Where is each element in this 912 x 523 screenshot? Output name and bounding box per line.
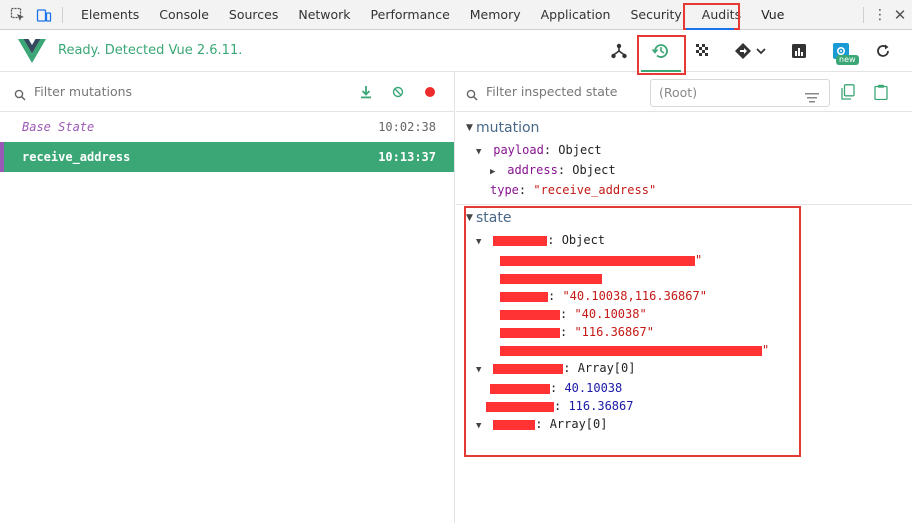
mutation-row-receive-address[interactable]: receive_address 10:13:37 xyxy=(0,142,454,172)
mutation-tree: ▼ payload: Object ▶ address: Object type… xyxy=(466,141,906,199)
redaction-mark xyxy=(500,309,560,320)
search-icon xyxy=(14,86,26,101)
expand-arrow-icon[interactable]: ▼ xyxy=(476,233,486,251)
expand-arrow-icon[interactable]: ▼ xyxy=(476,417,486,435)
mutation-time: 10:13:37 xyxy=(378,150,436,164)
mutation-section: ▼ mutation ▼ payload: Object ▶ address: … xyxy=(466,120,906,199)
close-devtools-icon[interactable]: ✕ xyxy=(888,6,912,24)
expand-arrow-icon[interactable]: ▶ xyxy=(490,163,500,181)
components-icon[interactable] xyxy=(608,40,630,62)
redaction-mark xyxy=(490,383,550,394)
redaction-mark xyxy=(493,363,564,374)
filter-state-input[interactable] xyxy=(486,84,646,99)
mutation-actions xyxy=(342,72,438,112)
tab-memory[interactable]: Memory xyxy=(460,0,531,30)
new-badge: new xyxy=(836,55,859,65)
more-options-icon[interactable]: ⋮ xyxy=(872,7,888,23)
tab-network[interactable]: Network xyxy=(288,0,360,30)
geo-node: : "40.10038,116.36867" xyxy=(476,287,906,305)
redaction-mark xyxy=(493,419,536,430)
settings-new-icon[interactable]: new xyxy=(830,40,859,65)
root-label: (Root) xyxy=(659,85,698,100)
events-icon[interactable] xyxy=(692,40,714,62)
vue-devtools-header: Ready. Detected Vue 2.6.11. new xyxy=(0,30,912,72)
tab-console[interactable]: Console xyxy=(149,0,219,30)
tab-vue[interactable]: Vue xyxy=(751,0,794,30)
redaction-mark xyxy=(486,401,554,412)
array-node-2[interactable]: ▼ : Array[0] xyxy=(476,415,906,435)
recording-icon[interactable] xyxy=(422,84,438,100)
section-title: mutation xyxy=(476,120,540,136)
payload-node[interactable]: ▼ payload: Object xyxy=(476,141,906,161)
state-section-title[interactable]: ▼ state xyxy=(466,210,906,226)
header-toolbar: new xyxy=(588,30,894,72)
redacted-line: " xyxy=(476,341,906,359)
copy-icon[interactable] xyxy=(841,84,855,100)
redaction-mark xyxy=(500,273,602,284)
type-node: type: "receive_address" xyxy=(490,183,657,197)
redaction-mark xyxy=(500,327,560,338)
device-toolbar-icon[interactable] xyxy=(36,7,52,23)
redacted-line: " xyxy=(476,251,906,269)
section-divider xyxy=(456,204,912,205)
inspector-pane: (Root) ▼ mutation ▼ payload: Object ▶ ad… xyxy=(456,72,912,523)
toolbar-divider xyxy=(62,6,63,23)
mutation-name: Base State xyxy=(22,120,95,134)
mutation-section-title[interactable]: ▼ mutation xyxy=(466,120,906,136)
collapse-arrow-icon[interactable]: ▼ xyxy=(466,213,476,223)
tab-audits[interactable]: Audits xyxy=(692,0,751,30)
devtools-tab-bar: Elements Console Sources Network Perform… xyxy=(0,0,912,30)
toolbar-divider-right xyxy=(863,6,864,23)
mutations-pane: Base State 10:02:38 receive_address 10:1… xyxy=(0,72,455,523)
num-node-2: : 116.36867 xyxy=(476,397,906,415)
address-node[interactable]: ▶ address: Object xyxy=(476,161,906,181)
root-selector[interactable]: (Root) xyxy=(650,79,830,107)
collapse-arrow-icon[interactable]: ▼ xyxy=(466,123,476,133)
inspector-filter-bar: (Root) xyxy=(456,72,912,112)
section-title: state xyxy=(476,210,512,226)
redacted-line xyxy=(476,269,906,287)
vuex-history-icon[interactable] xyxy=(650,40,672,62)
status-text: Ready. Detected Vue 2.6.11. xyxy=(58,43,243,58)
state-address-node[interactable]: ▼ : Object xyxy=(476,231,906,251)
redaction-mark xyxy=(500,255,695,266)
lng-node: : "116.36867" xyxy=(476,323,906,341)
filter-lines-icon[interactable] xyxy=(805,87,819,103)
state-section: ▼ state ▼ : Object " : "40.10038,116.368… xyxy=(466,210,906,435)
paste-icon[interactable] xyxy=(874,84,888,101)
performance-icon[interactable] xyxy=(788,40,810,62)
vue-logo-icon xyxy=(18,38,46,63)
tab-security[interactable]: Security xyxy=(620,0,691,30)
expand-arrow-icon[interactable]: ▼ xyxy=(476,143,486,161)
mutation-name: receive_address xyxy=(22,150,131,164)
num-node-1: : 40.10038 xyxy=(476,379,906,397)
revert-all-icon[interactable] xyxy=(390,84,406,100)
tab-sources[interactable]: Sources xyxy=(219,0,288,30)
routing-dropdown-icon[interactable] xyxy=(734,40,768,62)
search-icon xyxy=(466,86,478,101)
redaction-mark xyxy=(500,345,762,356)
commit-all-icon[interactable] xyxy=(358,84,374,100)
mutation-time: 10:02:38 xyxy=(378,120,436,134)
tab-application[interactable]: Application xyxy=(531,0,621,30)
filter-mutations-input[interactable] xyxy=(34,84,294,99)
tab-performance[interactable]: Performance xyxy=(361,0,460,30)
array-node-1[interactable]: ▼ : Array[0] xyxy=(476,359,906,379)
state-tree: ▼ : Object " : "40.10038,116.36867" : "4… xyxy=(466,231,906,435)
lat-node: : "40.10038" xyxy=(476,305,906,323)
mutation-filter-bar xyxy=(0,72,454,112)
mutation-row-base-state[interactable]: Base State 10:02:38 xyxy=(0,112,454,142)
tab-elements[interactable]: Elements xyxy=(71,0,149,30)
inspect-element-icon[interactable] xyxy=(10,7,26,23)
redaction-mark xyxy=(493,235,548,246)
expand-arrow-icon[interactable]: ▼ xyxy=(476,361,486,379)
refresh-icon[interactable] xyxy=(872,40,894,62)
redaction-mark xyxy=(500,291,548,302)
